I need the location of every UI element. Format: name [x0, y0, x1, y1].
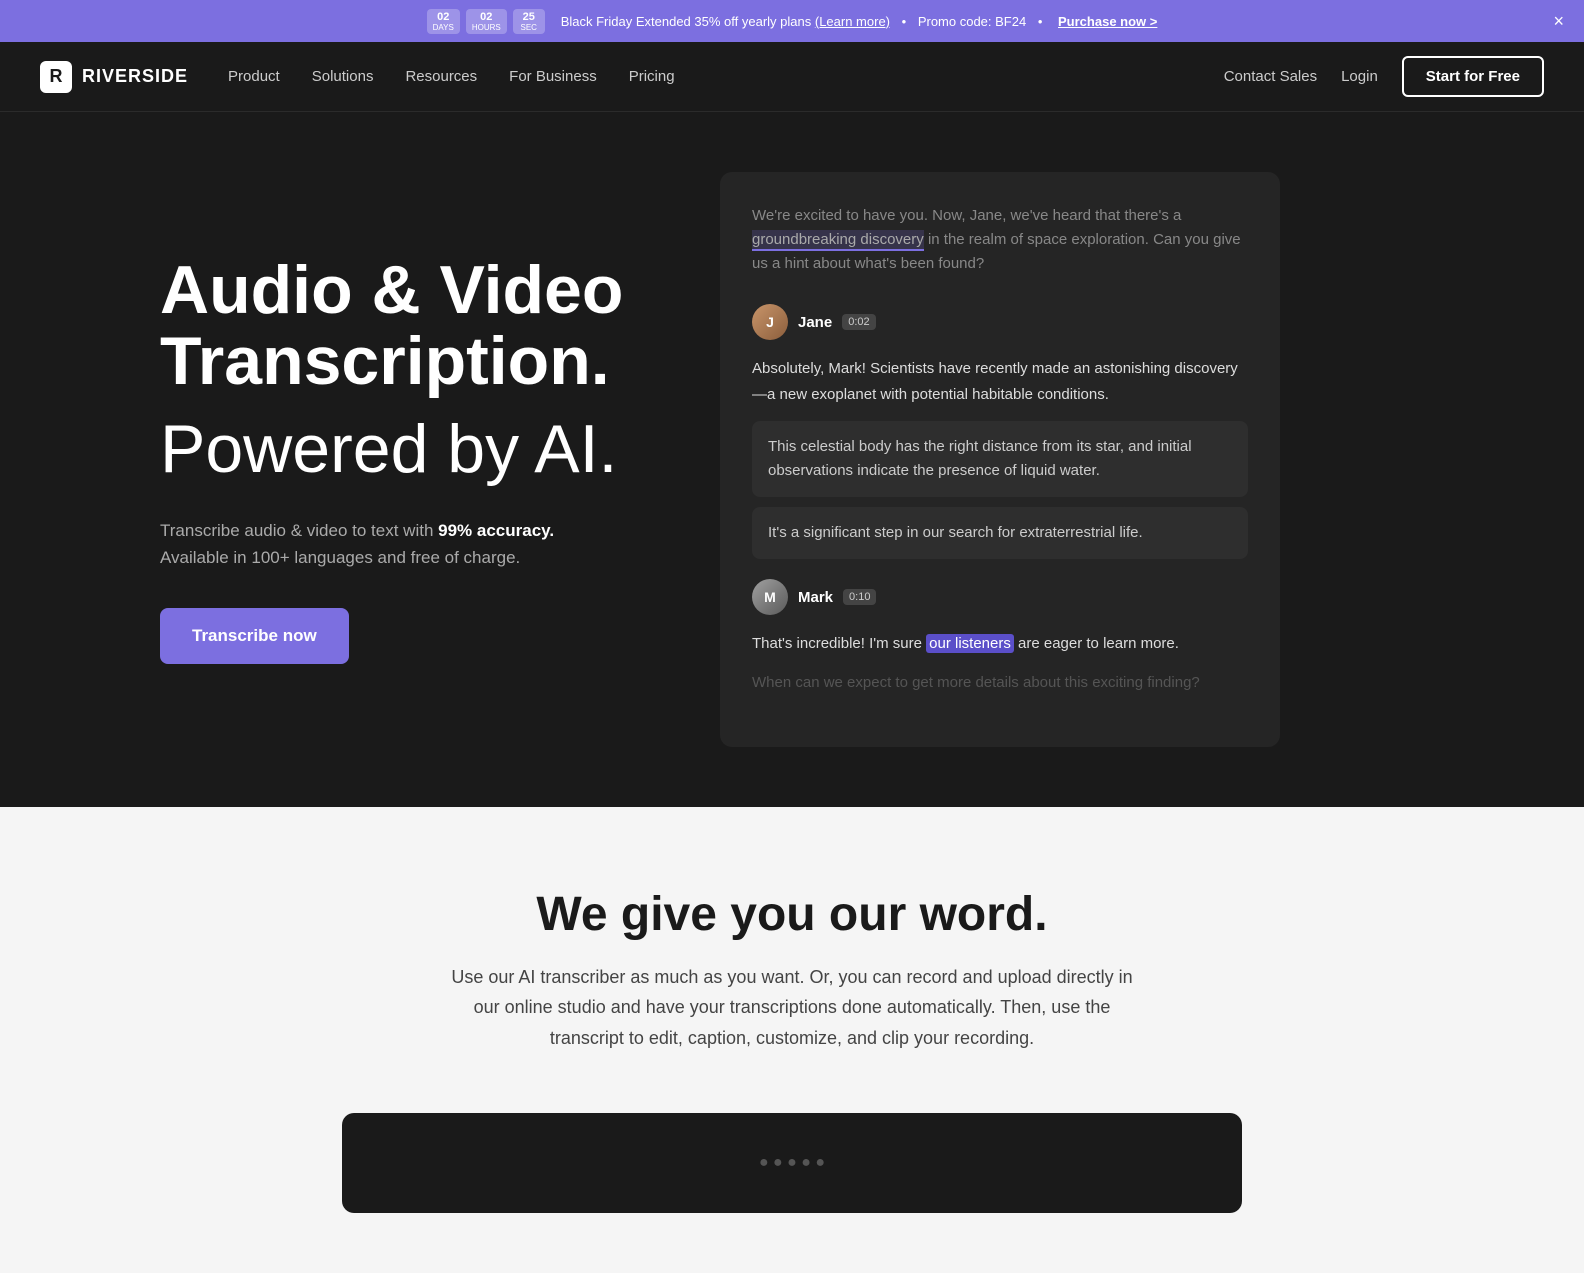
jane-name: Jane	[798, 314, 832, 331]
days-timer: 02 DAYS	[427, 9, 460, 34]
hero-description: Transcribe audio & video to text with 99…	[160, 517, 640, 571]
nav-pricing[interactable]: Pricing	[629, 68, 675, 85]
word-section: We give you our word. Use our AI transcr…	[0, 807, 1584, 1273]
sec-label: SEC	[519, 23, 539, 32]
jane-text-main: Absolutely, Mark! Scientists have recent…	[752, 356, 1248, 407]
contact-sales-link[interactable]: Contact Sales	[1224, 68, 1317, 85]
purchase-now-link[interactable]: Purchase now >	[1058, 14, 1157, 29]
mark-avatar: M	[752, 579, 788, 615]
countdown-timers: 02 DAYS 02 HOURS 25 SEC	[427, 9, 545, 34]
nav-resources[interactable]: Resources	[405, 68, 477, 85]
word-banner-placeholder: ● ● ● ● ●	[759, 1154, 825, 1172]
banner-close-button[interactable]: ×	[1553, 11, 1564, 32]
listeners-highlight: our listeners	[926, 634, 1014, 653]
logo-icon: R	[40, 61, 72, 93]
hours-timer: 02 HOURS	[466, 9, 507, 34]
jane-avatar: J	[752, 304, 788, 340]
login-link[interactable]: Login	[1341, 68, 1378, 85]
hero-subtitle: Powered by AI.	[160, 414, 640, 485]
jane-bubble-1: This celestial body has the right distan…	[752, 421, 1248, 497]
word-banner-image: ● ● ● ● ●	[342, 1113, 1242, 1213]
hero-content: Audio & Video Transcription. Powered by …	[160, 255, 640, 664]
learn-more-link[interactable]: (Learn more)	[815, 14, 890, 29]
word-title: We give you our word.	[40, 887, 1544, 942]
days-value: 02	[437, 11, 449, 23]
nav-links: Product Solutions Resources For Business…	[228, 68, 1224, 85]
hero-section: Audio & Video Transcription. Powered by …	[0, 112, 1584, 807]
mark-text: That's incredible! I'm sure our listener…	[752, 631, 1248, 657]
sec-value: 25	[523, 11, 535, 23]
mark-name: Mark	[798, 589, 833, 606]
main-nav: R RIVERSIDE Product Solutions Resources …	[0, 42, 1584, 112]
nav-right: Contact Sales Login Start for Free	[1224, 56, 1544, 97]
jane-time: 0:02	[842, 314, 875, 330]
transcribe-now-button[interactable]: Transcribe now	[160, 608, 349, 664]
hours-value: 02	[480, 11, 492, 23]
hero-title: Audio & Video Transcription.	[160, 255, 640, 398]
jane-bubble-2: It's a significant step in our search fo…	[752, 507, 1248, 559]
sec-timer: 25 SEC	[513, 9, 545, 34]
jane-speaker-section: J Jane 0:02 Absolutely, Mark! Scientists…	[752, 304, 1248, 559]
nav-solutions[interactable]: Solutions	[312, 68, 374, 85]
jane-speaker-row: J Jane 0:02	[752, 304, 1248, 340]
banner-message: Black Friday Extended 35% off yearly pla…	[561, 14, 1158, 29]
transcript-intro: We're excited to have you. Now, Jane, we…	[752, 204, 1248, 276]
logo[interactable]: R RIVERSIDE	[40, 61, 188, 93]
mark-speaker-row: M Mark 0:10	[752, 579, 1248, 615]
hours-label: HOURS	[472, 23, 501, 32]
transcript-panel: We're excited to have you. Now, Jane, we…	[720, 172, 1280, 747]
promo-banner: 02 DAYS 02 HOURS 25 SEC Black Friday Ext…	[0, 0, 1584, 42]
nav-for-business[interactable]: For Business	[509, 68, 597, 85]
nav-product[interactable]: Product	[228, 68, 280, 85]
mark-faded-text: When can we expect to get more details a…	[752, 671, 1248, 695]
word-description: Use our AI transcriber as much as you wa…	[442, 962, 1142, 1054]
mark-time: 0:10	[843, 589, 876, 605]
start-for-free-button[interactable]: Start for Free	[1402, 56, 1544, 97]
mark-speaker-section: M Mark 0:10 That's incredible! I'm sure …	[752, 579, 1248, 695]
highlight-discovery: groundbreaking discovery	[752, 230, 924, 251]
days-label: DAYS	[433, 23, 454, 32]
logo-text: RIVERSIDE	[82, 66, 188, 87]
